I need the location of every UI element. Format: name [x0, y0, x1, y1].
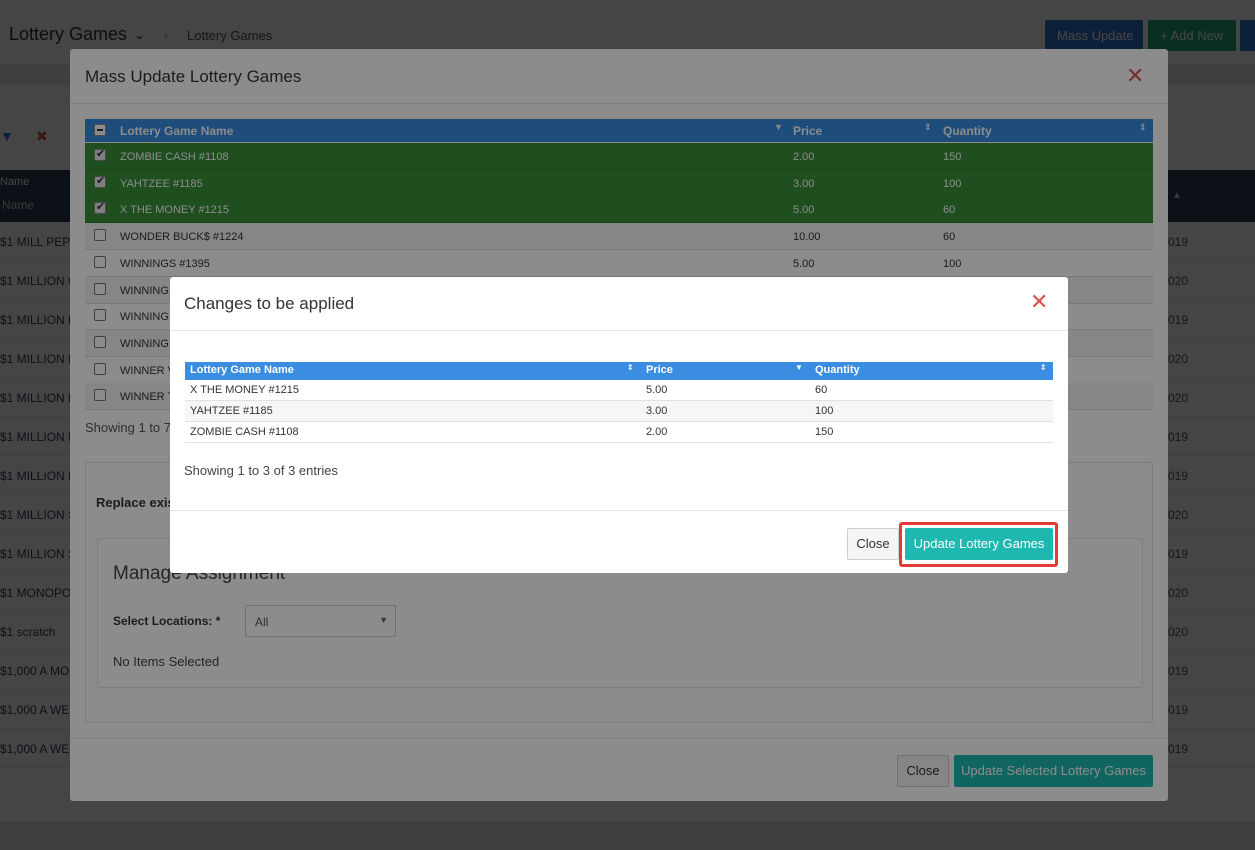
row-quantity: 100: [815, 405, 834, 417]
column-header-name[interactable]: Lottery Game Name: [190, 364, 294, 376]
column-header-price[interactable]: Price: [646, 364, 673, 376]
row-quantity: 60: [815, 384, 828, 396]
sort-icon[interactable]: ⇕: [1040, 363, 1047, 372]
sort-icon[interactable]: ⇕: [627, 363, 634, 372]
close-button[interactable]: Close: [847, 528, 899, 560]
row-quantity: 150: [815, 426, 834, 438]
table-row: X THE MONEY #1215 5.00 60: [185, 380, 1053, 401]
row-price: 5.00: [646, 384, 668, 396]
changes-modal: Changes to be applied ✕ Lottery Game Nam…: [170, 277, 1068, 573]
changes-table-header: Lottery Game Name ⇕ Price ▼ Quantity ⇕: [185, 362, 1053, 380]
changes-table-info: Showing 1 to 3 of 3 entries: [184, 463, 338, 478]
changes-modal-header: Changes to be applied ✕: [170, 277, 1068, 331]
row-price: 2.00: [646, 426, 668, 438]
row-name: X THE MONEY #1215: [190, 384, 300, 396]
row-price: 3.00: [646, 405, 668, 417]
changes-modal-footer: Close Update Lottery Games: [170, 510, 1068, 573]
sort-desc-icon[interactable]: ▼: [795, 363, 803, 372]
column-header-quantity[interactable]: Quantity: [815, 364, 860, 376]
close-icon[interactable]: ✕: [1030, 289, 1048, 315]
update-lottery-games-button[interactable]: Update Lottery Games: [905, 528, 1053, 560]
table-row: YAHTZEE #1185 3.00 100: [185, 401, 1053, 422]
changes-modal-title: Changes to be applied: [184, 294, 355, 313]
table-row: ZOMBIE CASH #1108 2.00 150: [185, 422, 1053, 443]
row-name: YAHTZEE #1185: [190, 405, 273, 417]
row-name: ZOMBIE CASH #1108: [190, 426, 299, 438]
